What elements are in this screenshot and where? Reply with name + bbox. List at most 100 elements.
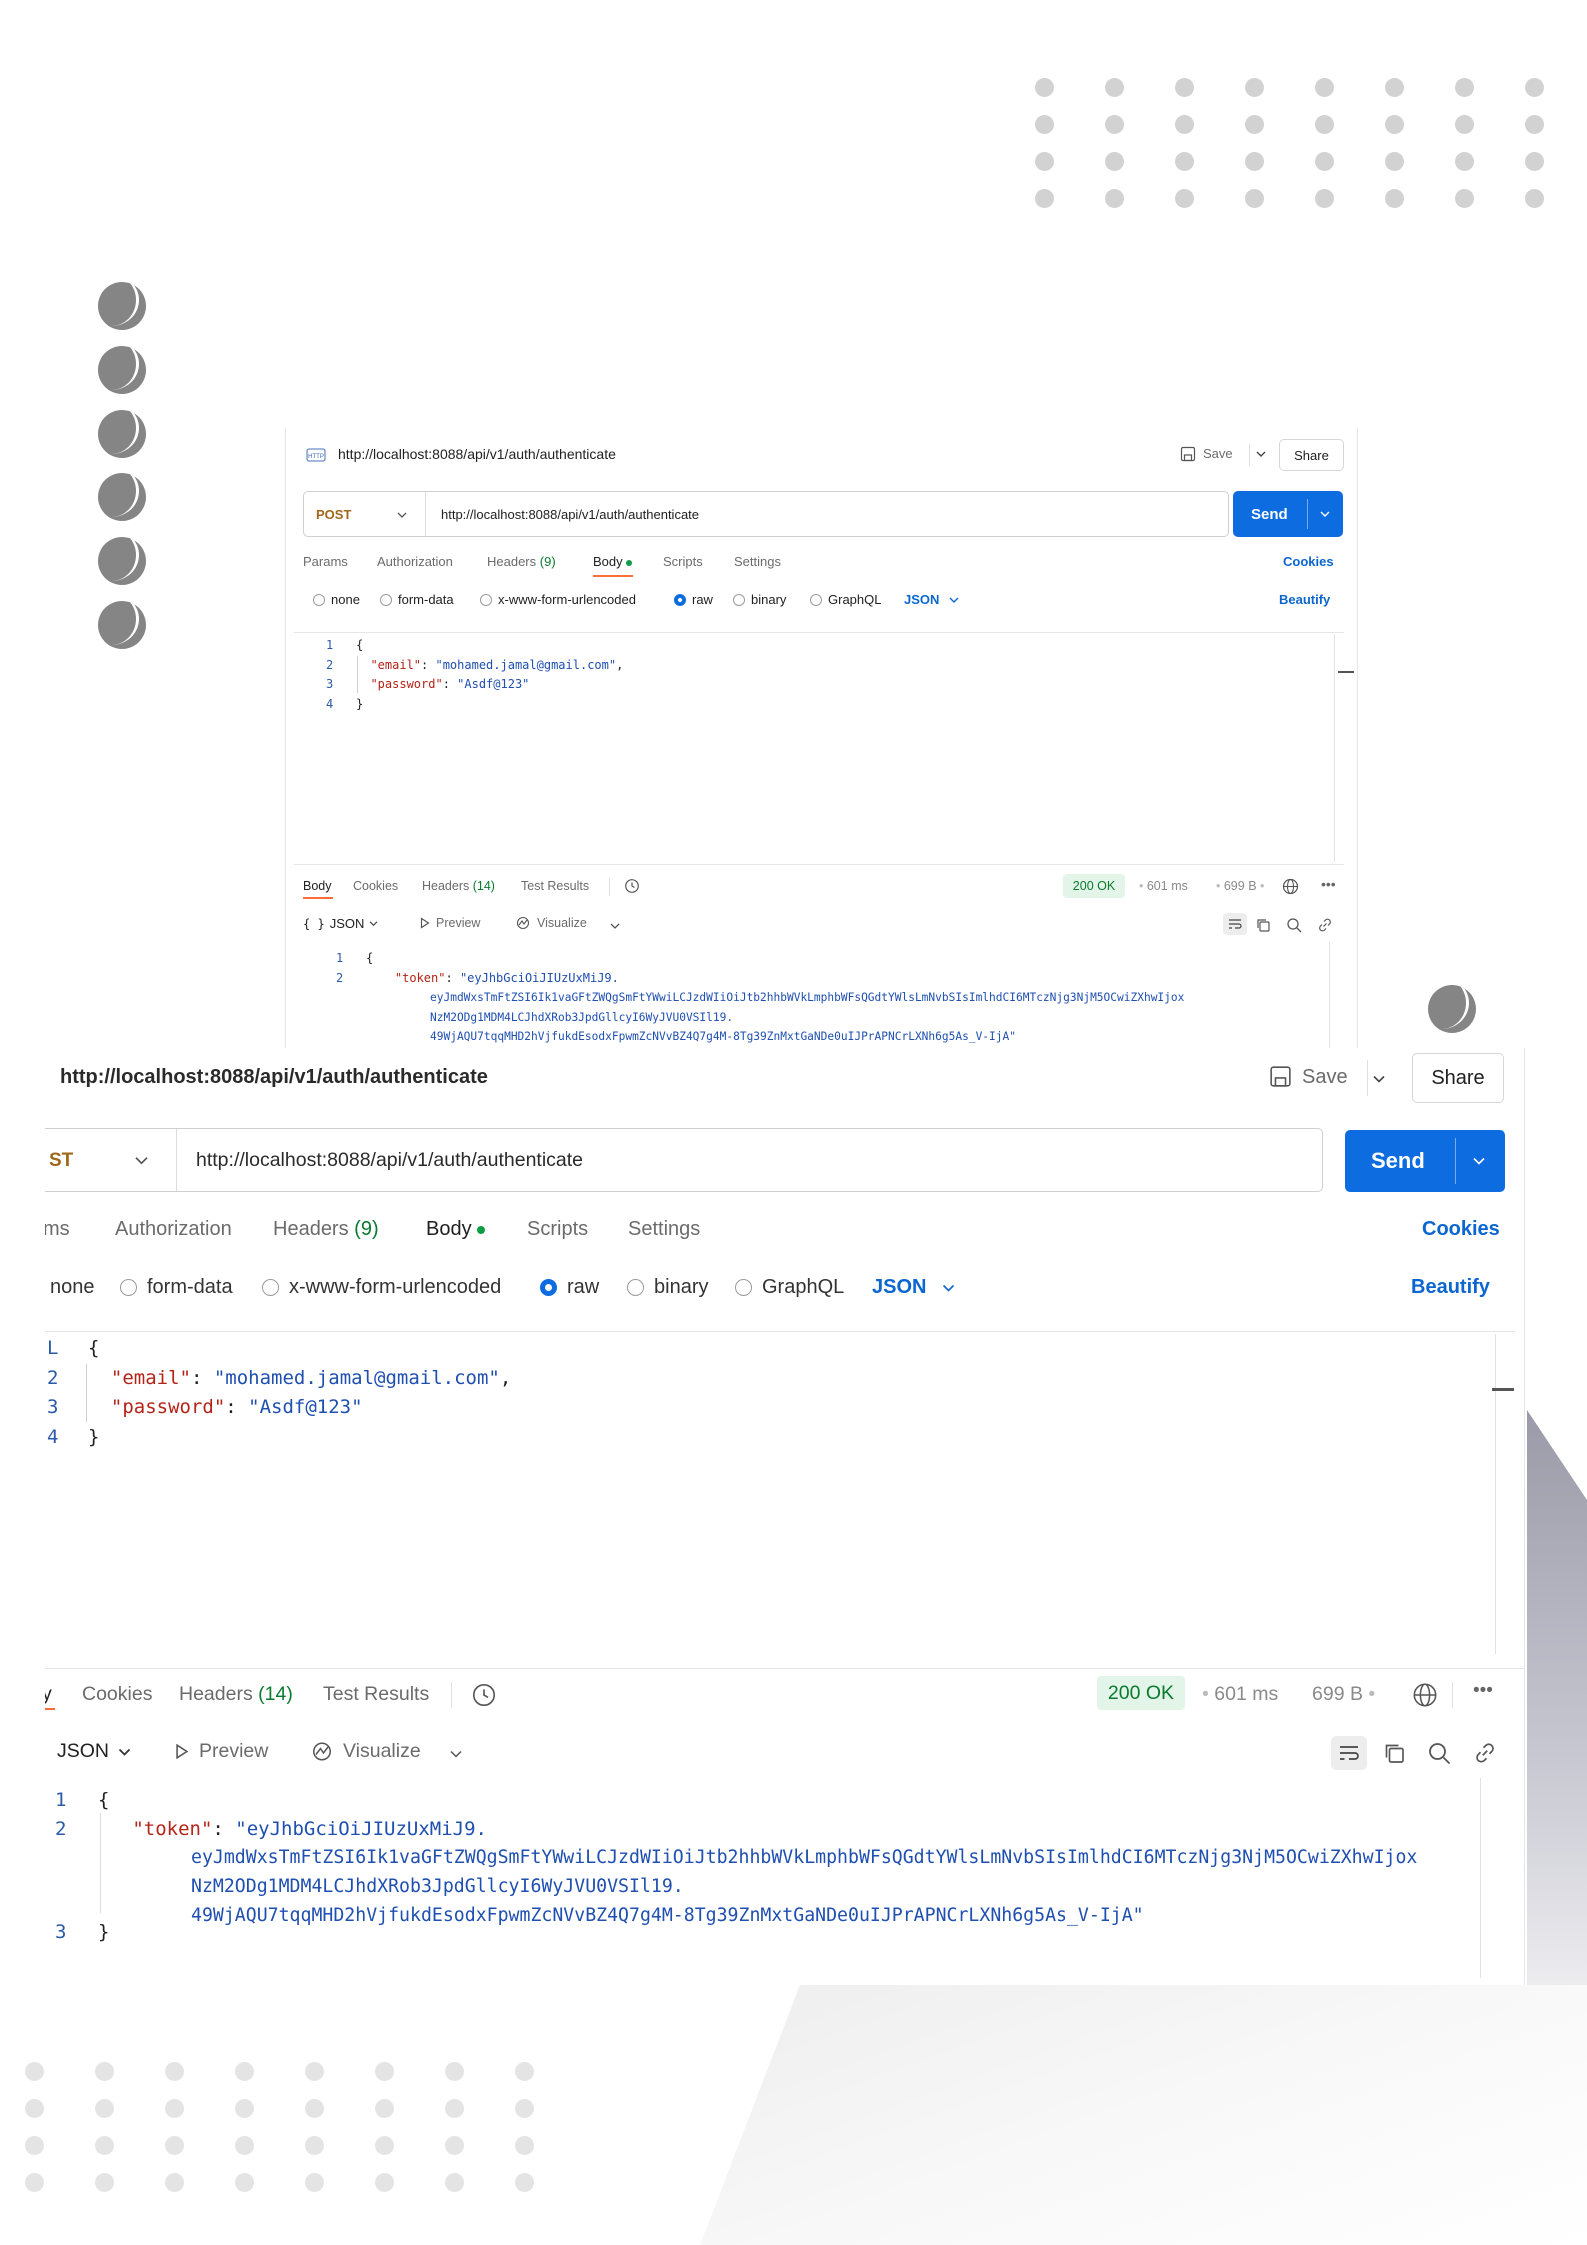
format-select[interactable]: JSON (904, 592, 959, 607)
beautify-button[interactable]: Beautify (1279, 592, 1330, 607)
chevron-down-icon[interactable] (1372, 1074, 1386, 1084)
tab-params[interactable]: ms (45, 1218, 70, 1241)
more-options-icon[interactable]: ••• (1321, 876, 1336, 892)
response-tab-headers[interactable]: Headers (14) (422, 879, 495, 893)
body-type-urlencoded[interactable]: x-www-form-urlencoded (480, 592, 636, 607)
tab-headers[interactable]: Headers (9) (487, 554, 556, 569)
link-icon[interactable] (1473, 1741, 1497, 1765)
save-button[interactable]: Save (1302, 1066, 1348, 1089)
tab-scripts[interactable]: Scripts (527, 1218, 588, 1241)
wrap-lines-button[interactable] (1223, 913, 1247, 935)
tab-settings[interactable]: Settings (628, 1218, 700, 1241)
body-type-none[interactable]: none (50, 1276, 95, 1299)
radio[interactable] (120, 1279, 137, 1296)
format-select[interactable]: JSON (872, 1276, 955, 1299)
chevron-down-icon[interactable] (397, 511, 407, 519)
radio[interactable] (262, 1279, 279, 1296)
chevron-down-icon[interactable] (134, 1155, 149, 1166)
editor-scrollbar[interactable] (1495, 1334, 1496, 1654)
response-tab-cookies[interactable]: Cookies (353, 879, 398, 893)
share-button[interactable]: Share (1279, 439, 1344, 471)
copy-icon[interactable] (1382, 1741, 1406, 1765)
method-select[interactable]: POST (316, 507, 351, 522)
editor-scrollbar[interactable] (1334, 634, 1335, 862)
response-format-select[interactable]: JSON (57, 1740, 131, 1763)
globe-icon[interactable] (1282, 878, 1299, 895)
response-tab-test-results[interactable]: Test Results (323, 1683, 429, 1706)
visualize-button[interactable]: Visualize (515, 916, 587, 930)
visualize-button[interactable]: Visualize (310, 1740, 421, 1763)
url-input[interactable]: http://localhost:8088/api/v1/auth/authen… (441, 507, 699, 522)
save-icon[interactable] (1269, 1065, 1292, 1088)
response-tab-body[interactable]: y (45, 1683, 52, 1706)
method-select[interactable]: ST (49, 1150, 73, 1172)
cookies-link[interactable]: Cookies (1422, 1218, 1500, 1241)
response-body-text[interactable]: { "token": "eyJhbGciOiJIUzUxMiJ9. (366, 949, 619, 988)
preview-button[interactable]: Preview (175, 1740, 268, 1763)
globe-icon[interactable] (1412, 1682, 1438, 1708)
tab-authorization[interactable]: Authorization (115, 1218, 232, 1241)
radio[interactable] (735, 1279, 752, 1296)
response-scrollbar[interactable] (1329, 942, 1330, 1048)
token-continuation[interactable]: eyJmdWxsTmFtZSI6Ik1vaGFtZWQgSmFtYWwiLCJz… (430, 988, 1184, 1047)
search-icon[interactable] (1427, 1741, 1451, 1765)
radio[interactable] (810, 593, 822, 606)
body-type-raw[interactable]: raw (540, 1276, 599, 1299)
chevron-down-icon[interactable] (1472, 1156, 1486, 1166)
response-body-text[interactable]: { "token": "eyJhbGciOiJIUzUxMiJ9. (98, 1786, 487, 1844)
send-button[interactable]: Send (1233, 491, 1343, 537)
body-type-urlencoded[interactable]: x-www-form-urlencoded (262, 1276, 501, 1299)
copy-icon[interactable] (1255, 917, 1271, 933)
radio[interactable] (627, 1279, 644, 1296)
response-format-select[interactable]: { } JSON (303, 916, 378, 931)
body-type-binary[interactable]: binary (733, 592, 786, 607)
search-icon[interactable] (1286, 917, 1302, 933)
preview-button[interactable]: Preview (420, 916, 480, 930)
url-input[interactable]: http://localhost:8088/api/v1/auth/authen… (196, 1149, 583, 1172)
history-icon[interactable] (624, 878, 640, 894)
response-tab-test-results[interactable]: Test Results (521, 879, 589, 893)
cookies-link[interactable]: Cookies (1283, 554, 1334, 569)
radio[interactable] (480, 593, 492, 606)
response-tab-headers[interactable]: Headers (14) (179, 1683, 293, 1706)
body-type-form-data[interactable]: form-data (380, 592, 454, 607)
body-type-graphql[interactable]: GraphQL (810, 592, 881, 607)
tab-authorization[interactable]: Authorization (377, 554, 453, 569)
send-label[interactable]: Send (1251, 506, 1307, 523)
tab-settings[interactable]: Settings (734, 554, 781, 569)
scrollbar-thumb[interactable] (1338, 671, 1354, 673)
radio-selected[interactable] (540, 1279, 557, 1296)
tab-scripts[interactable]: Scripts (663, 554, 703, 569)
tab-body[interactable]: Body (426, 1218, 486, 1241)
response-time[interactable]: • 601 ms (1202, 1683, 1278, 1706)
response-time[interactable]: • 601 ms (1139, 879, 1188, 893)
response-scrollbar[interactable] (1480, 1778, 1481, 1978)
share-button[interactable]: Share (1412, 1053, 1504, 1103)
beautify-button[interactable]: Beautify (1411, 1276, 1490, 1299)
body-type-form-data[interactable]: form-data (120, 1276, 233, 1299)
link-icon[interactable] (1317, 917, 1333, 933)
save-button[interactable]: Save (1203, 446, 1233, 461)
status-badge[interactable]: 200 OK (1097, 1676, 1185, 1710)
request-body-text[interactable]: { "email": "mohamed.jamal@gmail.com", "p… (88, 1334, 511, 1452)
response-size[interactable]: • 699 B • (1216, 879, 1264, 893)
tab-params[interactable]: Params (303, 554, 348, 569)
body-type-none[interactable]: none (313, 592, 360, 607)
more-options-icon[interactable]: ••• (1473, 1680, 1493, 1702)
radio[interactable] (380, 593, 392, 606)
send-label[interactable]: Send (1371, 1148, 1455, 1174)
save-icon[interactable] (1180, 446, 1196, 462)
status-badge[interactable]: 200 OK (1063, 874, 1125, 898)
body-type-raw[interactable]: raw (674, 592, 713, 607)
response-tab-cookies[interactable]: Cookies (82, 1683, 152, 1706)
history-icon[interactable] (471, 1682, 497, 1708)
chevron-down-icon[interactable] (1320, 510, 1330, 518)
body-type-graphql[interactable]: GraphQL (735, 1276, 844, 1299)
chevron-down-icon[interactable] (449, 1749, 463, 1759)
radio[interactable] (313, 593, 325, 606)
tab-headers[interactable]: Headers (9) (273, 1218, 379, 1241)
radio-selected[interactable] (674, 593, 686, 606)
token-continuation[interactable]: eyJmdWxsTmFtZSI6Ik1vaGFtZWQgSmFtYWwiLCJz… (191, 1843, 1417, 1930)
wrap-lines-button[interactable] (1331, 1736, 1367, 1770)
tab-body[interactable]: Body (593, 554, 633, 569)
